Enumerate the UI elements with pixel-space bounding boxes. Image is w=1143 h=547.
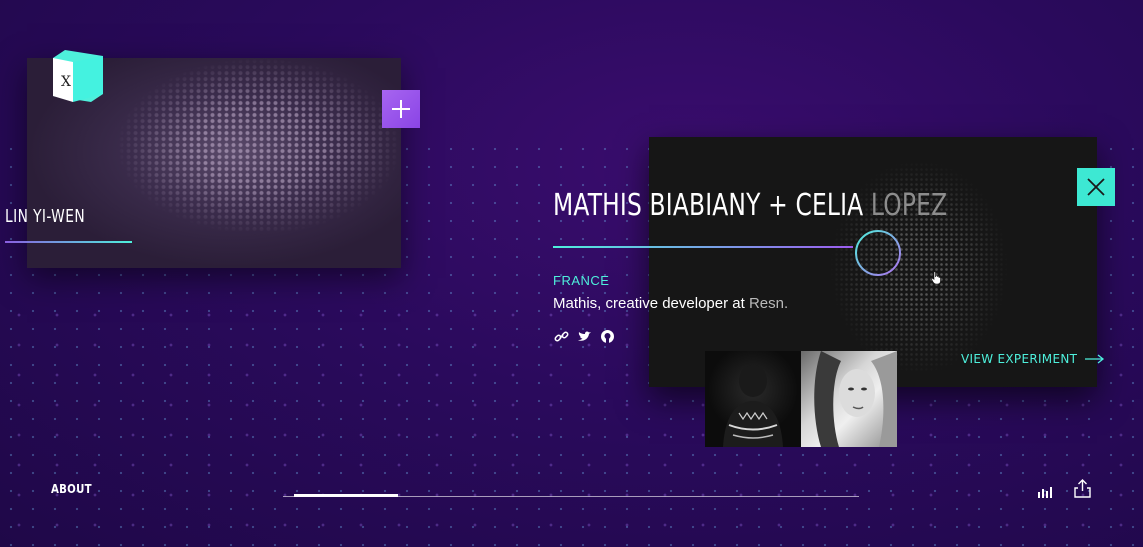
view-experiment-link[interactable]: VIEW EXPERIMENT <box>961 352 1105 366</box>
social-links <box>554 329 615 344</box>
description-name: Mathis, creative developer <box>553 295 729 312</box>
title-muted: LOPEZ <box>870 188 948 223</box>
about-link[interactable]: ABOUT <box>51 482 92 496</box>
twitter-icon[interactable] <box>577 329 592 344</box>
description-org[interactable]: Resn. <box>749 295 788 312</box>
logo-letter: X <box>61 74 71 90</box>
author-photo-mathis <box>705 351 801 447</box>
project-name[interactable]: LIN YI-WEN <box>5 206 85 227</box>
country-label: FRANCE <box>553 273 610 288</box>
logo-cube-icon[interactable]: X <box>53 50 103 102</box>
author-photo-celia <box>801 351 897 447</box>
arrow-right-icon <box>1085 354 1105 364</box>
project-name-underline <box>5 241 132 243</box>
timeline-progress <box>294 494 398 497</box>
description-at: at <box>732 295 745 312</box>
author-description: Mathis, creative developer at Resn. <box>553 295 788 312</box>
title-underline <box>553 246 853 248</box>
share-icon[interactable] <box>1073 479 1092 498</box>
open-project-button[interactable] <box>382 90 420 128</box>
close-icon <box>1087 178 1105 196</box>
view-experiment-label: VIEW EXPERIMENT <box>961 352 1078 366</box>
stats-icon[interactable] <box>1037 484 1053 498</box>
plus-icon <box>392 100 410 118</box>
link-icon[interactable] <box>554 329 569 344</box>
close-button[interactable] <box>1077 168 1115 206</box>
github-icon[interactable] <box>600 329 615 344</box>
project-title: MATHIS BIABIANY + CELIA LOPEZ <box>553 188 947 223</box>
title-primary: MATHIS BIABIANY + CELIA <box>553 188 871 223</box>
hand-cursor-icon <box>931 271 941 285</box>
ring-icon <box>855 230 901 276</box>
